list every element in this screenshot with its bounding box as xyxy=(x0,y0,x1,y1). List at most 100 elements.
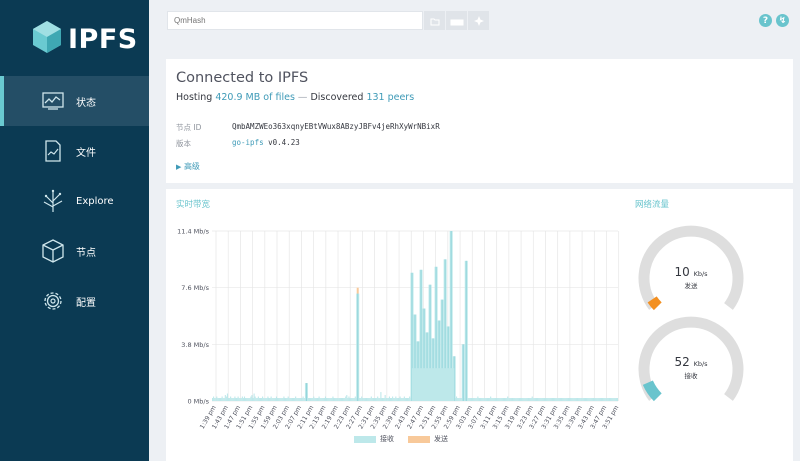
recv-bar xyxy=(534,398,536,401)
recv-bar xyxy=(384,395,386,401)
recv-bar xyxy=(225,396,227,401)
discovered-prefix: Discovered xyxy=(310,92,367,103)
recv-bar xyxy=(473,398,475,401)
recv-bar xyxy=(235,398,237,401)
recv-bar xyxy=(469,398,471,401)
recv-spike-peak xyxy=(357,293,359,401)
recv-bar xyxy=(364,398,366,401)
recv-bar xyxy=(226,393,228,401)
recv-bar xyxy=(480,398,482,401)
recv-bar xyxy=(237,396,239,401)
recv-bar xyxy=(359,398,361,401)
recv-bar xyxy=(315,398,317,401)
recv-bar xyxy=(377,396,379,401)
recv-bar xyxy=(379,398,381,401)
recv-bar xyxy=(507,396,509,401)
recv-bar xyxy=(388,396,390,401)
legend-swatch xyxy=(354,435,376,443)
recv-bar xyxy=(324,396,327,401)
search-input[interactable] xyxy=(167,11,423,30)
peers-link[interactable]: 131 peers xyxy=(366,92,414,103)
search-actions xyxy=(423,11,489,30)
recv-bar xyxy=(551,398,553,401)
recv-bar xyxy=(467,398,469,401)
recv-bar xyxy=(517,398,519,401)
recv-bar xyxy=(532,398,534,401)
recv-bar xyxy=(273,398,275,401)
nav-item-peers[interactable]: 节点 xyxy=(0,226,149,276)
connection-summary: Hosting 420.9 MB of files — Discovered 1… xyxy=(176,92,414,103)
recv-bar xyxy=(219,398,221,401)
recv-bar xyxy=(472,398,474,401)
advanced-toggle[interactable]: ▶ 高级 xyxy=(176,161,200,172)
connect-icon[interactable]: ↯ xyxy=(776,14,789,27)
recv-bar xyxy=(327,398,329,401)
recv-bar xyxy=(340,398,343,401)
gauge-out-label: 发送 xyxy=(684,282,698,290)
recv-bar xyxy=(246,398,248,401)
recv-bar xyxy=(335,398,337,401)
recv-bar xyxy=(586,398,588,401)
recv-bar xyxy=(314,398,316,401)
recv-bar xyxy=(548,398,550,401)
y-tick-label: 3.8 Mb/s xyxy=(181,341,209,349)
recv-bar xyxy=(290,398,292,401)
recv-bar xyxy=(392,396,394,401)
recv-bar xyxy=(494,398,496,401)
legend-item-send[interactable]: 发送 xyxy=(408,434,448,444)
recv-bar xyxy=(213,396,215,401)
logo[interactable]: IPFS xyxy=(32,20,137,58)
nav-item-files[interactable]: 文件 xyxy=(0,126,149,176)
explore-tree-icon xyxy=(40,188,66,214)
recv-bar xyxy=(606,398,608,401)
recv-bar xyxy=(580,398,582,401)
recv-bar xyxy=(468,398,470,401)
recv-bar xyxy=(250,396,252,401)
recv-bar xyxy=(243,396,246,401)
recv-bar xyxy=(242,398,244,401)
recv-bar xyxy=(278,398,280,401)
folder-icon xyxy=(430,11,440,30)
nav-item-settings[interactable]: 配置 xyxy=(0,276,149,326)
legend-label: 发送 xyxy=(434,435,448,443)
recv-bar xyxy=(262,396,264,401)
recv-bar xyxy=(561,398,563,401)
nav-item-status[interactable]: 状态 xyxy=(0,76,149,126)
recv-bar xyxy=(500,398,502,401)
recv-bar xyxy=(245,398,247,401)
recv-bar xyxy=(512,398,514,401)
recv-bar xyxy=(363,398,365,401)
recv-bar xyxy=(505,398,507,401)
recv-bar xyxy=(394,398,396,401)
recv-bar xyxy=(233,398,235,401)
recv-bar xyxy=(308,398,311,401)
nav-label: 状态 xyxy=(76,97,96,109)
recv-bar xyxy=(381,398,383,401)
nav-item-explore[interactable]: Explore xyxy=(0,176,149,226)
recv-bar xyxy=(589,398,591,401)
recv-bar xyxy=(510,398,512,401)
ipfs-button[interactable] xyxy=(445,11,467,30)
compass-icon xyxy=(473,11,484,30)
legend-item-recv[interactable]: 接收 xyxy=(354,434,394,444)
recv-bar xyxy=(267,396,269,401)
traffic-title: 网络流量 xyxy=(635,200,670,210)
recv-bar xyxy=(338,398,340,401)
hosting-link[interactable]: 420.9 MB of files xyxy=(215,92,295,103)
recv-bar xyxy=(284,398,286,401)
explore-button[interactable] xyxy=(467,11,489,30)
gauge-out-unit: Kb/s xyxy=(693,270,708,278)
recv-bar xyxy=(318,396,320,401)
recv-bar xyxy=(222,398,224,401)
help-icon[interactable]: ? xyxy=(759,14,772,27)
recv-bar xyxy=(393,398,395,401)
recv-bar xyxy=(251,395,253,401)
version-link[interactable]: go-ipfs xyxy=(232,138,264,147)
browse-button[interactable] xyxy=(423,11,445,30)
recv-bar xyxy=(514,398,516,401)
recv-bar xyxy=(292,398,295,401)
files-icon xyxy=(40,138,66,164)
recv-bar xyxy=(526,398,528,401)
recv-bar xyxy=(323,398,325,401)
recv-bar xyxy=(554,398,556,401)
